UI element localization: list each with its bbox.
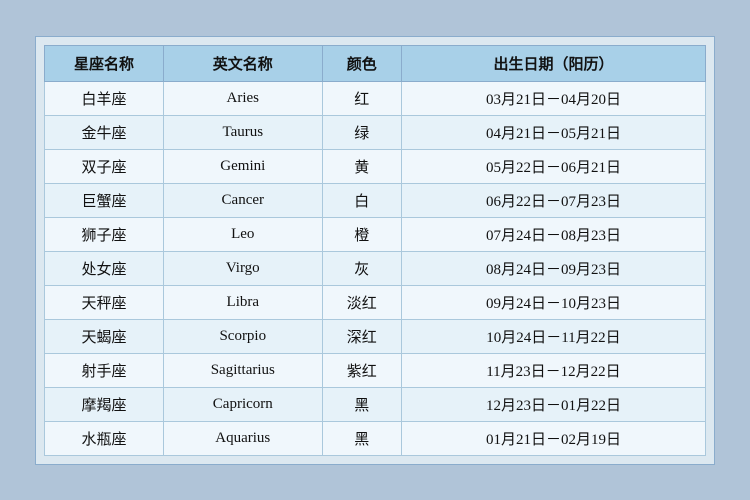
cell-birth-date: 07月24日－08月23日 (401, 217, 705, 251)
table-row: 狮子座Leo橙07月24日－08月23日 (45, 217, 706, 251)
cell-birth-date: 01月21日－02月19日 (401, 421, 705, 455)
cell-chinese-name: 白羊座 (45, 81, 164, 115)
cell-english-name: Scorpio (163, 319, 322, 353)
cell-color: 灰 (322, 251, 401, 285)
cell-english-name: Capricorn (163, 387, 322, 421)
header-color: 颜色 (322, 45, 401, 81)
cell-chinese-name: 天蝎座 (45, 319, 164, 353)
cell-english-name: Cancer (163, 183, 322, 217)
cell-color: 红 (322, 81, 401, 115)
cell-chinese-name: 金牛座 (45, 115, 164, 149)
cell-chinese-name: 摩羯座 (45, 387, 164, 421)
cell-birth-date: 03月21日－04月20日 (401, 81, 705, 115)
cell-birth-date: 06月22日－07月23日 (401, 183, 705, 217)
cell-color: 橙 (322, 217, 401, 251)
table-header-row: 星座名称 英文名称 颜色 出生日期（阳历） (45, 45, 706, 81)
cell-color: 淡红 (322, 285, 401, 319)
cell-chinese-name: 狮子座 (45, 217, 164, 251)
table-row: 射手座Sagittarius紫红11月23日－12月22日 (45, 353, 706, 387)
cell-chinese-name: 双子座 (45, 149, 164, 183)
table-row: 天蝎座Scorpio深红10月24日－11月22日 (45, 319, 706, 353)
table-row: 处女座Virgo灰08月24日－09月23日 (45, 251, 706, 285)
header-chinese-name: 星座名称 (45, 45, 164, 81)
cell-english-name: Gemini (163, 149, 322, 183)
cell-english-name: Taurus (163, 115, 322, 149)
cell-chinese-name: 巨蟹座 (45, 183, 164, 217)
cell-birth-date: 12月23日－01月22日 (401, 387, 705, 421)
zodiac-table-container: 星座名称 英文名称 颜色 出生日期（阳历） 白羊座Aries红03月21日－04… (35, 36, 715, 465)
cell-birth-date: 10月24日－11月22日 (401, 319, 705, 353)
cell-birth-date: 09月24日－10月23日 (401, 285, 705, 319)
cell-english-name: Aries (163, 81, 322, 115)
cell-color: 黑 (322, 421, 401, 455)
cell-birth-date: 04月21日－05月21日 (401, 115, 705, 149)
cell-color: 黄 (322, 149, 401, 183)
table-row: 金牛座Taurus绿04月21日－05月21日 (45, 115, 706, 149)
cell-english-name: Aquarius (163, 421, 322, 455)
table-row: 巨蟹座Cancer白06月22日－07月23日 (45, 183, 706, 217)
cell-color: 绿 (322, 115, 401, 149)
cell-english-name: Libra (163, 285, 322, 319)
cell-chinese-name: 水瓶座 (45, 421, 164, 455)
cell-birth-date: 11月23日－12月22日 (401, 353, 705, 387)
header-birth-date: 出生日期（阳历） (401, 45, 705, 81)
cell-color: 紫红 (322, 353, 401, 387)
header-english-name: 英文名称 (163, 45, 322, 81)
cell-color: 深红 (322, 319, 401, 353)
cell-birth-date: 08月24日－09月23日 (401, 251, 705, 285)
table-row: 摩羯座Capricorn黑12月23日－01月22日 (45, 387, 706, 421)
cell-color: 黑 (322, 387, 401, 421)
cell-color: 白 (322, 183, 401, 217)
table-row: 天秤座Libra淡红09月24日－10月23日 (45, 285, 706, 319)
cell-birth-date: 05月22日－06月21日 (401, 149, 705, 183)
table-row: 白羊座Aries红03月21日－04月20日 (45, 81, 706, 115)
zodiac-table: 星座名称 英文名称 颜色 出生日期（阳历） 白羊座Aries红03月21日－04… (44, 45, 706, 456)
cell-chinese-name: 天秤座 (45, 285, 164, 319)
cell-english-name: Leo (163, 217, 322, 251)
table-body: 白羊座Aries红03月21日－04月20日金牛座Taurus绿04月21日－0… (45, 81, 706, 455)
cell-chinese-name: 射手座 (45, 353, 164, 387)
table-row: 水瓶座Aquarius黑01月21日－02月19日 (45, 421, 706, 455)
cell-english-name: Virgo (163, 251, 322, 285)
cell-chinese-name: 处女座 (45, 251, 164, 285)
cell-english-name: Sagittarius (163, 353, 322, 387)
table-row: 双子座Gemini黄05月22日－06月21日 (45, 149, 706, 183)
